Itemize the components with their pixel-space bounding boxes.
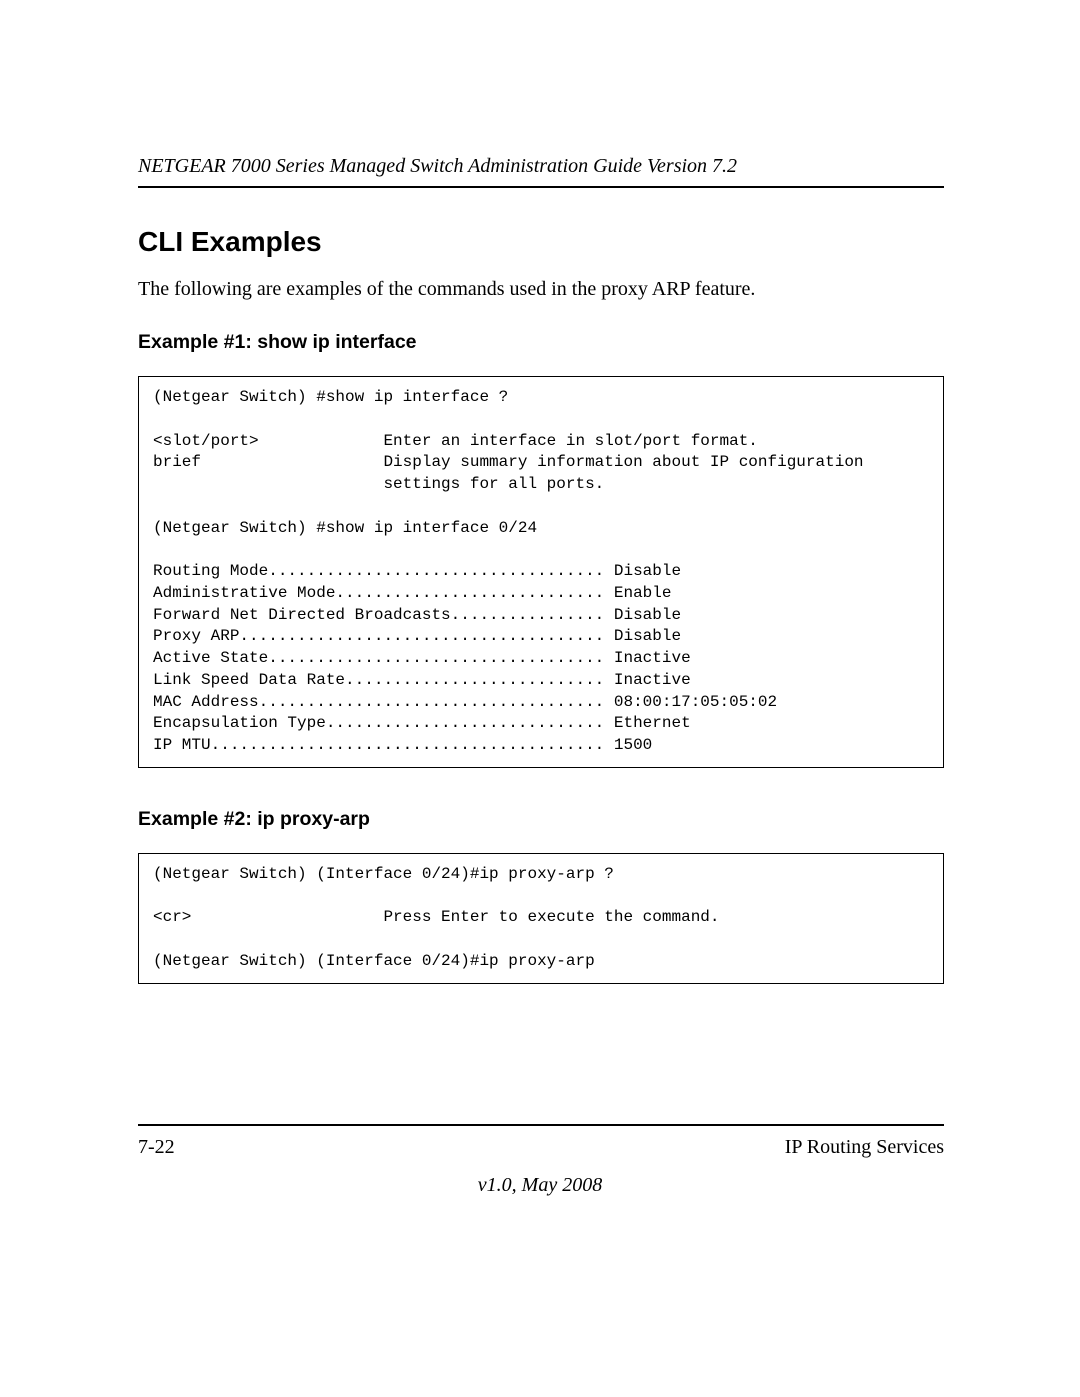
intro-text: The following are examples of the comman… <box>138 278 944 301</box>
code-block-example-2: (Netgear Switch) (Interface 0/24)#ip pro… <box>138 853 944 984</box>
heading-example-2: Example #2: ip proxy-arp <box>138 808 944 831</box>
footer-page-number: 7-22 <box>138 1136 175 1159</box>
footer-section-title: IP Routing Services <box>785 1136 944 1159</box>
page-content: NETGEAR 7000 Series Managed Switch Admin… <box>0 0 1080 984</box>
page-header: NETGEAR 7000 Series Managed Switch Admin… <box>138 155 944 188</box>
footer-version: v1.0, May 2008 <box>0 1174 1080 1197</box>
page-footer: 7-22 IP Routing Services <box>138 1124 944 1159</box>
heading-cli-examples: CLI Examples <box>138 226 944 258</box>
heading-example-1: Example #1: show ip interface <box>138 331 944 354</box>
code-block-example-1: (Netgear Switch) #show ip interface ? <s… <box>138 376 944 768</box>
